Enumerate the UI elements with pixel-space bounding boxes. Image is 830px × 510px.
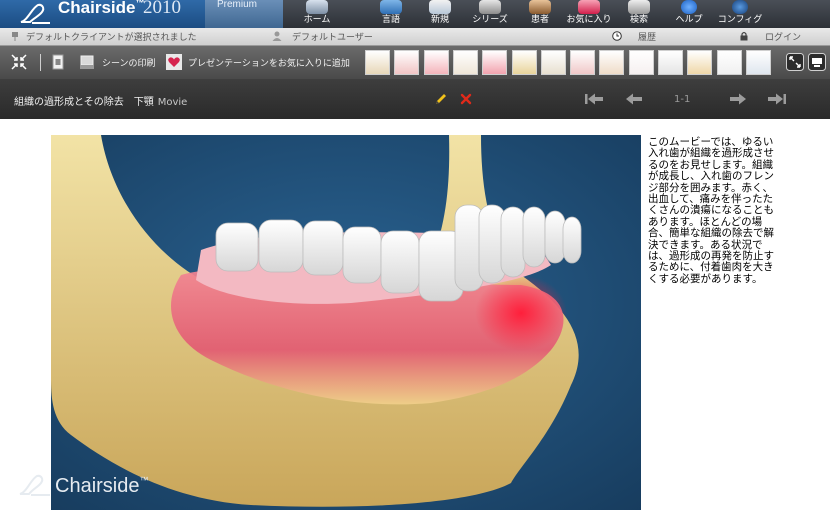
nav-search-label: 検索 [629, 15, 648, 25]
nav-favorites-label: お気に入り [566, 15, 612, 25]
scene-thumbnail[interactable] [511, 50, 537, 75]
favorites-icon [578, 0, 600, 14]
login-button[interactable]: ログイン [735, 29, 805, 43]
scene-title-line: 組織の過形成とその除去 下顎 Movie [14, 93, 187, 108]
scene-thumbnail[interactable] [628, 50, 654, 75]
previous-page-icon[interactable] [624, 92, 646, 106]
nav-series-button[interactable]: シリーズ [465, 0, 515, 28]
watermark-brand: Chairside [55, 475, 140, 497]
clock-icon [612, 31, 622, 41]
edition-badge: Premium [205, 0, 283, 28]
watermark-logo-icon [19, 474, 50, 496]
tooth [500, 206, 526, 278]
scene-description: このムービーでは、ゆるい入れ歯が組織を過形成させるのをお見せします。組織が成長し… [648, 136, 774, 285]
scene-thumbnail[interactable] [540, 50, 566, 75]
scene-toolbar: シーンの印刷 プレゼンテーションをお気に入りに追加 [0, 46, 830, 79]
scene-thumbnail[interactable] [599, 50, 625, 75]
nav-config-label: コンフィグ [717, 15, 763, 25]
brand-name: Chairside™ [58, 0, 145, 17]
tooth [215, 222, 259, 272]
scene-thumbnail[interactable] [365, 50, 390, 75]
edition-label: Premium [217, 0, 258, 10]
nav-series-label: シリーズ [472, 15, 508, 25]
language-icon [380, 0, 402, 14]
brand-text: Chairside [58, 0, 136, 17]
nav-config-button[interactable]: コンフィグ [715, 0, 765, 28]
scene-thumbnail[interactable] [482, 50, 508, 75]
print-scene-button[interactable]: シーンの印刷 [102, 56, 156, 69]
nav-new-button[interactable]: 新規 [415, 0, 465, 28]
nav-patient-button[interactable]: 患者 [515, 0, 565, 28]
tooth [258, 219, 304, 273]
scene-thumbnail[interactable] [745, 50, 771, 75]
client-status: デフォルトクライアントが選択されました [26, 33, 197, 43]
nav-help-label: ヘルプ [675, 15, 703, 25]
watermark-text: Chairside™ [55, 475, 148, 498]
main-content: Chairside™ このムービーでは、ゆるい入れ歯が組織を過形成させるのをお見… [0, 119, 830, 510]
nav-new-label: 新規 [430, 15, 449, 25]
fullscreen-icon[interactable] [786, 53, 804, 71]
top-bar: Chairside™ 2010 Premium ホーム 言語 新規 シリーズ 患… [0, 0, 830, 28]
scene-thumbnail[interactable] [716, 50, 742, 75]
scene-type-tag: Movie [157, 97, 188, 108]
login-label: ログイン [765, 33, 802, 43]
nav-home-button[interactable]: ホーム [292, 0, 342, 28]
patient-icon [529, 0, 551, 14]
status-bar: デフォルトクライアントが選択されました デフォルトユーザー 履歴 ログイン [0, 28, 830, 46]
nav-patient-label: 患者 [530, 15, 549, 25]
scene-thumbnail[interactable] [394, 50, 420, 75]
tooth [302, 220, 344, 276]
scene-title-bar: 組織の過形成とその除去 下顎 Movie 1-1 [0, 79, 830, 119]
scene-thumbnail[interactable] [423, 50, 449, 75]
add-presentation-favorite-button[interactable]: プレゼンテーションをお気に入りに追加 [188, 56, 350, 69]
print-icon[interactable] [79, 54, 95, 70]
nav-help-button[interactable]: ヘルプ [664, 0, 714, 28]
movie-player[interactable] [51, 135, 641, 510]
scene-title: 組織の過形成とその除去 下顎 [14, 97, 154, 108]
history-button[interactable]: 履歴 [606, 29, 664, 43]
tooth [342, 226, 382, 284]
tooth [522, 206, 546, 268]
heart-icon[interactable] [166, 54, 182, 70]
history-label: 履歴 [638, 33, 657, 43]
help-icon [681, 0, 697, 14]
scene-thumbnail[interactable] [687, 50, 713, 75]
toolbar-divider [40, 54, 41, 71]
nav-favorites-button[interactable]: お気に入り [564, 0, 614, 28]
new-icon [429, 0, 451, 14]
nav-search-button[interactable]: 検索 [614, 0, 664, 28]
pin-icon [12, 32, 18, 41]
tooth [380, 230, 420, 294]
nav-language-button[interactable]: 言語 [366, 0, 416, 28]
pencil-icon[interactable] [434, 92, 448, 106]
scene-thumbnail[interactable] [452, 50, 478, 75]
watermark-tm: ™ [139, 475, 149, 485]
brand-year: 2010 [143, 0, 181, 18]
nav-language-label: 言語 [381, 15, 400, 25]
last-page-icon[interactable] [765, 92, 787, 106]
nav-home-label: ホーム [303, 15, 331, 25]
next-page-icon[interactable] [726, 92, 748, 106]
config-icon [732, 0, 748, 14]
first-page-icon[interactable] [584, 92, 606, 106]
user-status: デフォルトユーザー [292, 33, 373, 43]
lock-icon [740, 31, 748, 41]
series-icon [479, 0, 501, 14]
home-icon [306, 0, 328, 14]
search-icon [628, 0, 650, 14]
scene-thumbnail[interactable] [570, 50, 596, 75]
document-icon[interactable] [50, 54, 66, 70]
user-icon [272, 31, 282, 41]
brand-area: Chairside™ 2010 [0, 0, 205, 28]
scene-thumbnail[interactable] [658, 50, 683, 75]
slideshow-icon[interactable] [808, 53, 826, 71]
collapse-icon[interactable] [11, 54, 27, 70]
tooth [544, 210, 566, 264]
chairside-logo-icon [20, 3, 50, 24]
page-counter: 1-1 [674, 94, 691, 105]
tooth [562, 216, 582, 264]
delete-icon[interactable] [460, 93, 472, 105]
